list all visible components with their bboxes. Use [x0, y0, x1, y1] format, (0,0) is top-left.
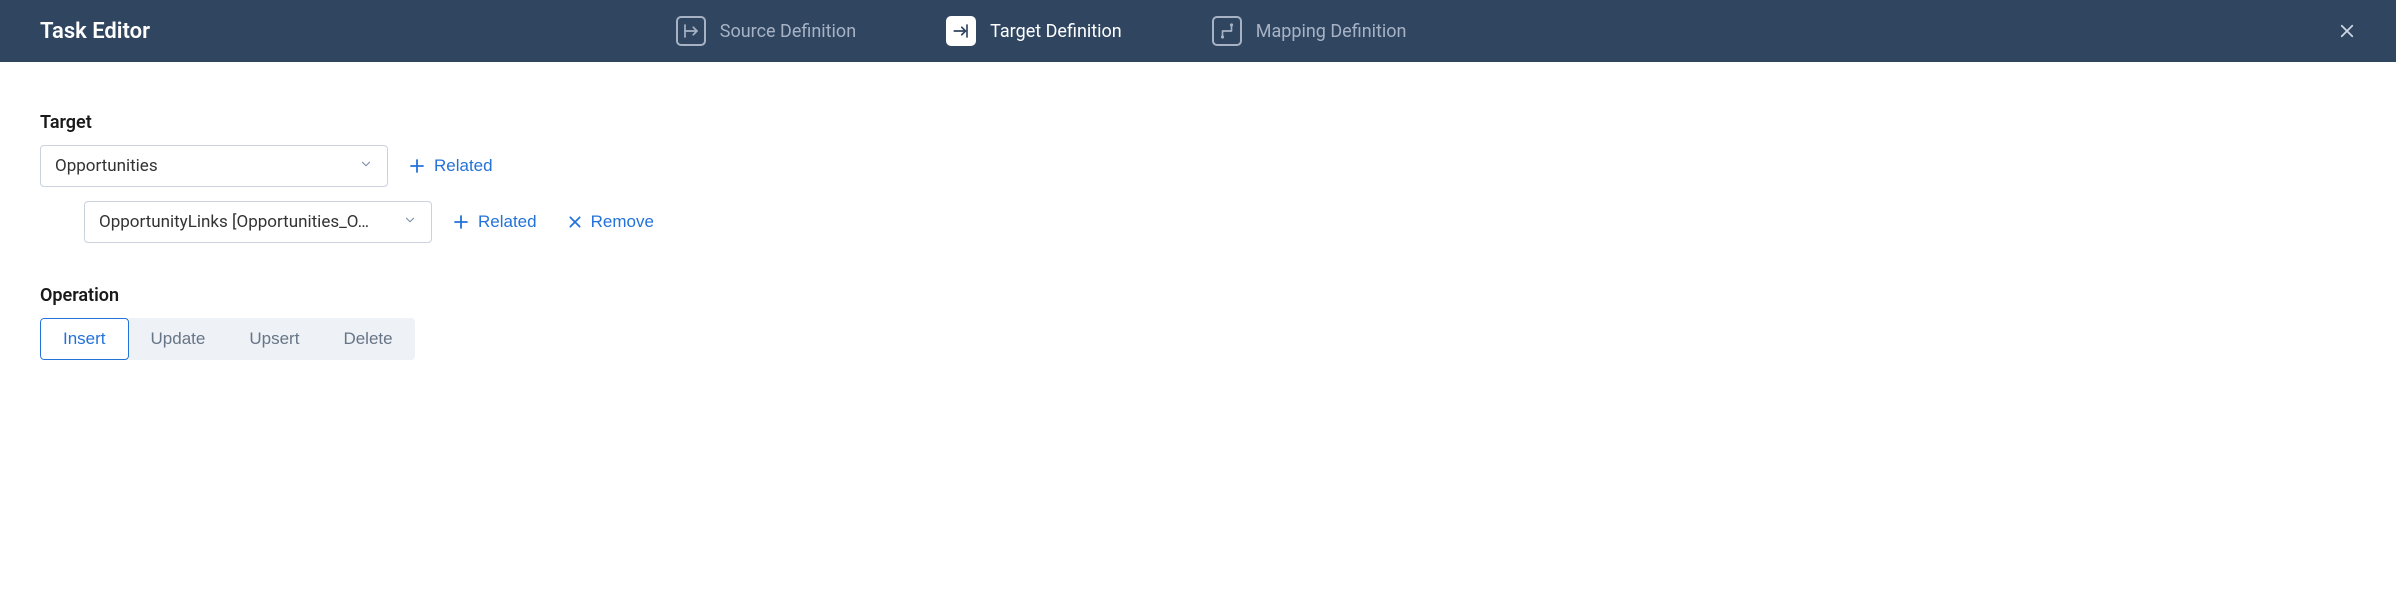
- operation-upsert-button[interactable]: Upsert: [227, 318, 321, 360]
- operation-update-button[interactable]: Update: [129, 318, 228, 360]
- target-child-row: OpportunityLinks [Opportunities_O… Relat…: [84, 201, 2356, 243]
- target-primary-value: Opportunities: [55, 156, 349, 176]
- header-bar: Task Editor Source Definition Target Def: [0, 0, 2396, 62]
- tab-mapping-definition[interactable]: Mapping Definition: [1212, 16, 1407, 46]
- target-icon: [946, 16, 976, 46]
- related-label: Related: [434, 156, 493, 176]
- operation-segmented-control: Insert Update Upsert Delete: [40, 318, 415, 360]
- close-icon: [2338, 22, 2356, 40]
- target-section-label: Target: [40, 112, 2356, 133]
- remove-label: Remove: [591, 212, 654, 232]
- target-primary-row: Opportunities Related: [40, 145, 2356, 187]
- plus-icon: [408, 157, 426, 175]
- page-title: Task Editor: [40, 19, 150, 44]
- header-tabs: Source Definition Target Definition Ma: [676, 16, 1407, 46]
- operation-section-label: Operation: [40, 285, 2356, 306]
- add-related-primary-button[interactable]: Related: [408, 156, 493, 176]
- tab-mapping-label: Mapping Definition: [1256, 21, 1407, 42]
- operation-delete-button[interactable]: Delete: [321, 318, 414, 360]
- related-label: Related: [478, 212, 537, 232]
- tab-source-definition[interactable]: Source Definition: [676, 16, 856, 46]
- content-area: Target Opportunities Related Opportunity…: [0, 62, 2396, 410]
- tab-source-label: Source Definition: [720, 21, 856, 42]
- remove-child-button[interactable]: Remove: [567, 212, 654, 232]
- remove-icon: [567, 214, 583, 230]
- plus-icon: [452, 213, 470, 231]
- mapping-icon: [1212, 16, 1242, 46]
- operation-insert-button[interactable]: Insert: [40, 318, 129, 360]
- target-child-value: OpportunityLinks [Opportunities_O…: [99, 212, 393, 232]
- target-child-select[interactable]: OpportunityLinks [Opportunities_O…: [84, 201, 432, 243]
- add-related-child-button[interactable]: Related: [452, 212, 537, 232]
- tab-target-definition[interactable]: Target Definition: [946, 16, 1122, 46]
- source-icon: [676, 16, 706, 46]
- chevron-down-icon: [359, 156, 373, 176]
- close-button[interactable]: [2338, 22, 2356, 40]
- tab-target-label: Target Definition: [990, 21, 1122, 42]
- operation-section: Operation Insert Update Upsert Delete: [40, 285, 2356, 360]
- target-primary-select[interactable]: Opportunities: [40, 145, 388, 187]
- chevron-down-icon: [403, 212, 417, 232]
